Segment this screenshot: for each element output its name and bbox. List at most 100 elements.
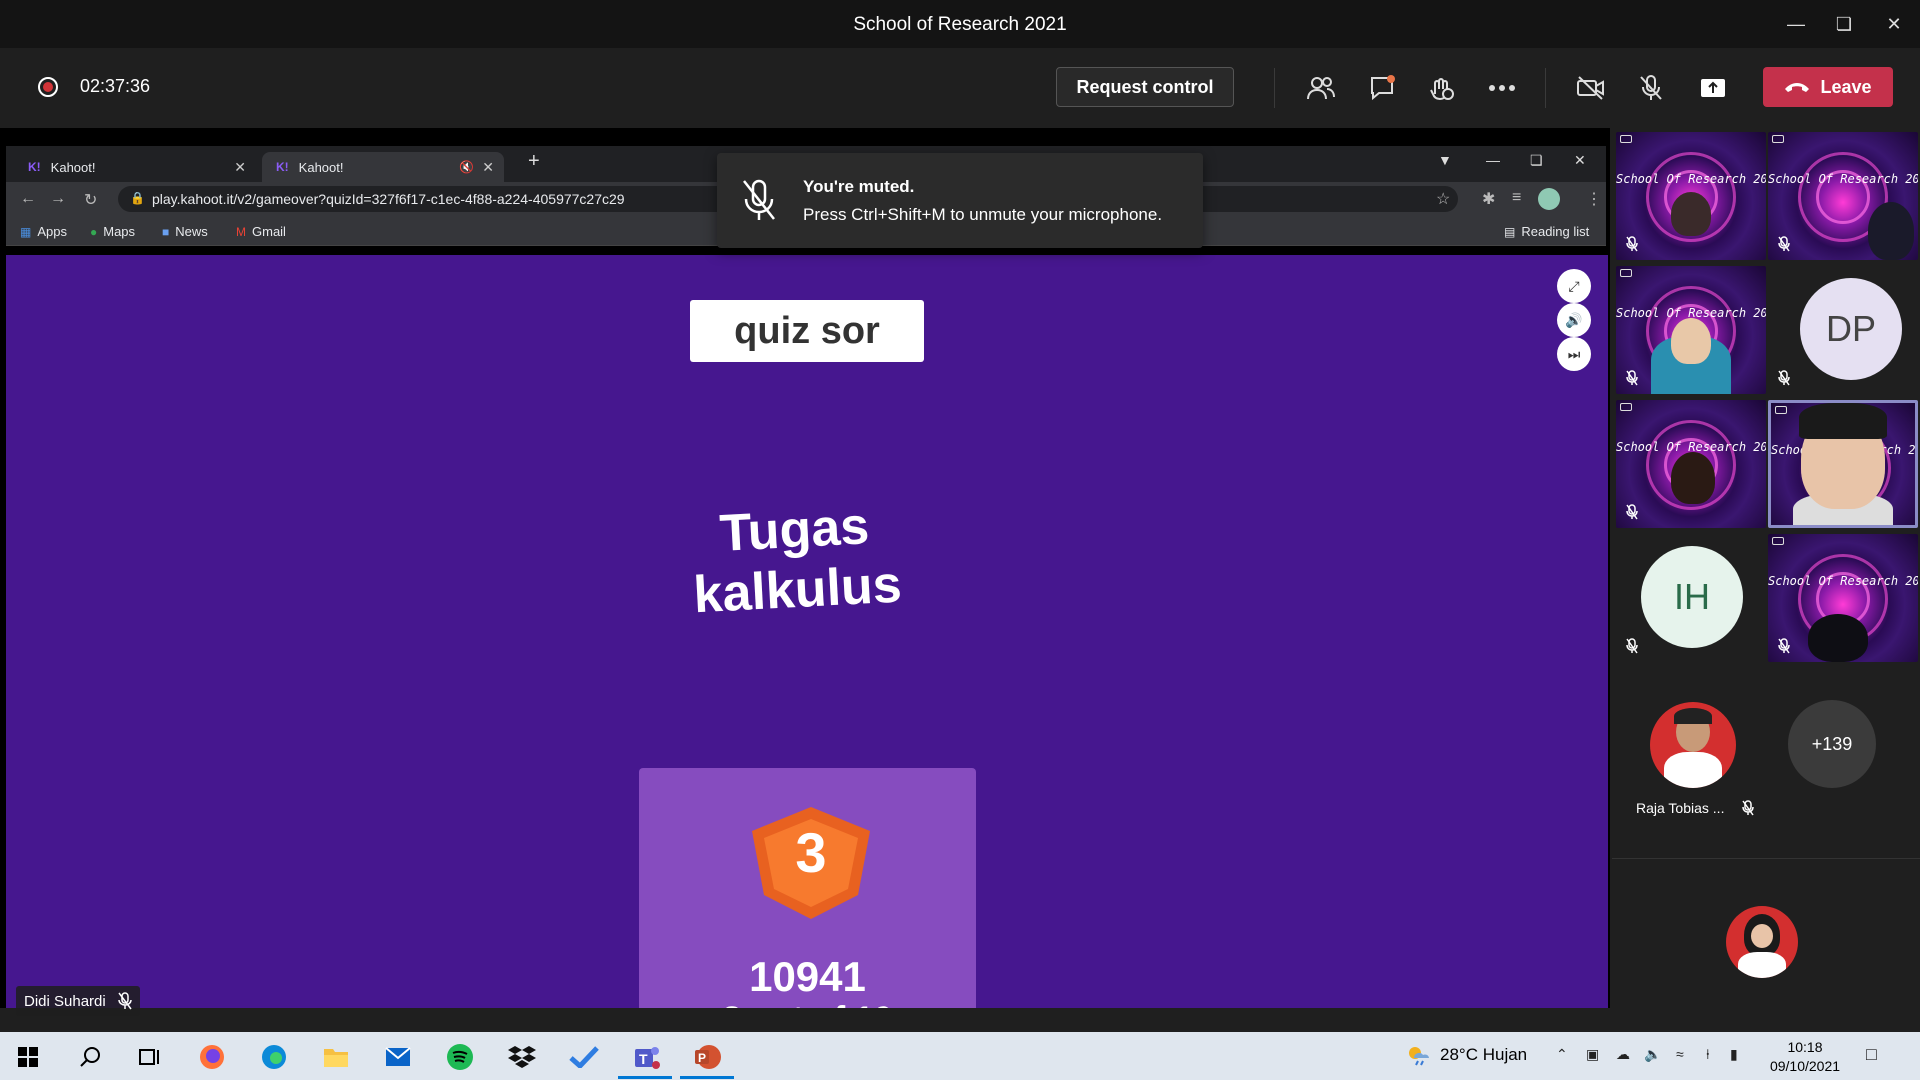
browser-restore-icon[interactable]: ❏ xyxy=(1530,152,1543,169)
new-tab-icon[interactable]: + xyxy=(528,150,540,173)
participant-tile[interactable]: School Of Research 2021 xyxy=(1616,400,1766,528)
browser-minimize-icon[interactable]: — xyxy=(1486,152,1500,168)
background-text: School Of Research 2021 xyxy=(1768,574,1918,588)
browser-menu-icon[interactable]: ⋮ xyxy=(1586,189,1602,209)
participant-tile[interactable]: School Of Research 2021 xyxy=(1768,132,1918,260)
browser-close-icon[interactable]: ✕ xyxy=(1574,152,1586,169)
volume-icon[interactable]: 🔊 xyxy=(1557,303,1591,337)
people-icon[interactable] xyxy=(1303,70,1339,106)
background-text: School Of Research 2021 xyxy=(1768,172,1918,186)
back-icon[interactable]: ← xyxy=(20,190,36,208)
bookmark-gmail[interactable]: M Gmail xyxy=(236,224,286,239)
profile-avatar[interactable] xyxy=(1538,188,1560,210)
powerpoint-active-indicator xyxy=(680,1076,734,1079)
overflow-participants-button[interactable]: +139 xyxy=(1788,700,1876,788)
participant-tile[interactable]: School Of Research 2021 xyxy=(1616,132,1766,260)
forward-icon[interactable]: → xyxy=(50,190,66,208)
meeting-timer: 02:37:36 xyxy=(80,76,151,96)
participant-tile[interactable]: DP xyxy=(1768,266,1918,394)
mic-off-icon xyxy=(1626,236,1638,252)
firefox-icon[interactable] xyxy=(194,1042,230,1072)
dropbox-icon[interactable] xyxy=(504,1042,540,1072)
recording-icon xyxy=(38,77,58,97)
gmail-icon: M xyxy=(236,224,246,239)
windows-start-icon[interactable] xyxy=(10,1042,46,1072)
mic-off-icon[interactable] xyxy=(1633,70,1669,106)
teams-icon[interactable]: T xyxy=(628,1042,664,1072)
todo-icon[interactable] xyxy=(566,1042,602,1072)
media-control-icon[interactable]: ≡ xyxy=(1512,189,1521,207)
podium-card: 3 10941 8 out of 10 xyxy=(639,768,976,1008)
browser-tab[interactable]: K! Kahoot! ✕ xyxy=(14,152,256,182)
camera-off-icon[interactable] xyxy=(1573,70,1609,106)
presenter-name-tag: Didi Suhardi xyxy=(16,986,140,1016)
avatar-ih: IH xyxy=(1641,546,1743,648)
fullscreen-icon[interactable]: ⤢ xyxy=(1557,269,1591,303)
file-explorer-icon[interactable] xyxy=(318,1042,354,1072)
self-view-avatar[interactable] xyxy=(1726,906,1798,978)
restore-button[interactable]: ❏ xyxy=(1824,8,1864,40)
clock-time: 10:18 xyxy=(1787,1039,1823,1055)
background-text: School Of Research 2021 xyxy=(1616,172,1766,186)
quiz-title: quiz sor xyxy=(690,300,924,362)
extensions-icon[interactable]: ✱ xyxy=(1482,189,1495,209)
kahoot-favicon: K! xyxy=(28,160,41,174)
task-view-icon[interactable] xyxy=(132,1042,168,1072)
onedrive-icon[interactable]: ☁ xyxy=(1616,1046,1630,1063)
browser-tab-active[interactable]: K! Kahoot! 🔇 ✕ xyxy=(262,152,504,182)
system-clock[interactable]: 10:18 09/10/2021 xyxy=(1760,1038,1850,1076)
skip-icon[interactable]: ⏭ xyxy=(1557,337,1591,371)
mic-off-icon xyxy=(743,179,775,220)
leave-label: Leave xyxy=(1820,76,1872,97)
share-screen-icon[interactable] xyxy=(1695,70,1731,106)
windows-taskbar: T P 28°C Hujan ⌃ ▣ ☁ 🔈 ≈ ⍿ ▮ 10:18 09/10… xyxy=(0,1032,1920,1080)
bookmark-apps[interactable]: ▦ Apps xyxy=(20,224,67,239)
participant-tile[interactable]: IH xyxy=(1616,534,1766,662)
participant-name: Raja Tobias ... xyxy=(1636,800,1725,816)
meet-now-icon[interactable]: ▣ xyxy=(1586,1046,1599,1063)
participant-tile[interactable]: School Of Research 2021 xyxy=(1768,534,1918,662)
chat-icon[interactable] xyxy=(1364,70,1400,106)
mail-icon[interactable] xyxy=(380,1042,416,1072)
search-icon[interactable] xyxy=(72,1042,108,1072)
edge-icon[interactable] xyxy=(256,1042,292,1072)
reading-list-icon: ▤ xyxy=(1504,224,1516,239)
reactions-icon[interactable] xyxy=(1423,70,1459,106)
kahoot-favicon: K! xyxy=(276,160,289,174)
spotify-icon[interactable] xyxy=(442,1042,478,1072)
microphone-icon[interactable]: ⍿ xyxy=(1706,1046,1710,1063)
notifications-icon[interactable]: □ xyxy=(1866,1044,1877,1065)
mic-off-icon xyxy=(1778,370,1790,386)
mic-off-icon xyxy=(1626,638,1638,654)
participant-tile[interactable]: School Of Research 2021 xyxy=(1616,266,1766,394)
tab-audio-muted-icon[interactable]: 🔇 xyxy=(459,160,474,174)
rank-number: 3 xyxy=(795,821,827,884)
clock-date: 09/10/2021 xyxy=(1769,1058,1841,1074)
battery-icon[interactable]: ▮ xyxy=(1730,1046,1738,1063)
close-button[interactable]: ✕ xyxy=(1874,8,1914,40)
mic-off-icon xyxy=(1626,504,1638,520)
bookmark-news[interactable]: ■ News xyxy=(162,224,208,239)
more-options-icon[interactable] xyxy=(1484,70,1520,106)
minimize-button[interactable]: — xyxy=(1776,8,1816,40)
tab-close-icon[interactable]: ✕ xyxy=(482,159,494,176)
bookmark-maps[interactable]: ● Maps xyxy=(90,224,135,239)
speaker-icon[interactable]: 🔈 xyxy=(1644,1046,1661,1063)
participant-tile-speaking[interactable]: School Of Research 2021 xyxy=(1768,400,1918,528)
weather-widget[interactable]: 28°C Hujan xyxy=(1406,1044,1527,1066)
url-text: play.kahoot.it/v2/gameover?quizId=327f6f… xyxy=(152,191,625,207)
leave-button[interactable]: Leave xyxy=(1763,67,1893,107)
bookmark-star-icon[interactable]: ☆ xyxy=(1436,189,1450,209)
tab-search-icon[interactable]: ▼ xyxy=(1438,152,1452,168)
reading-list-button[interactable]: ▤ Reading list xyxy=(1504,224,1589,239)
tab-close-icon[interactable]: ✕ xyxy=(234,159,246,176)
request-control-button[interactable]: Request control xyxy=(1056,67,1234,107)
participants-gallery: School Of Research 2021 School Of Resear… xyxy=(1612,128,1920,1008)
wifi-icon[interactable]: ≈ xyxy=(1676,1046,1684,1062)
show-hidden-icons-icon[interactable]: ⌃ xyxy=(1556,1046,1568,1063)
phone-hangup-icon xyxy=(1785,83,1810,92)
apps-grid-icon: ▦ xyxy=(20,224,32,239)
player-name: Tugas kalkulus xyxy=(692,497,903,625)
powerpoint-icon[interactable]: P xyxy=(690,1042,726,1072)
reload-icon[interactable]: ↻ xyxy=(84,190,97,210)
